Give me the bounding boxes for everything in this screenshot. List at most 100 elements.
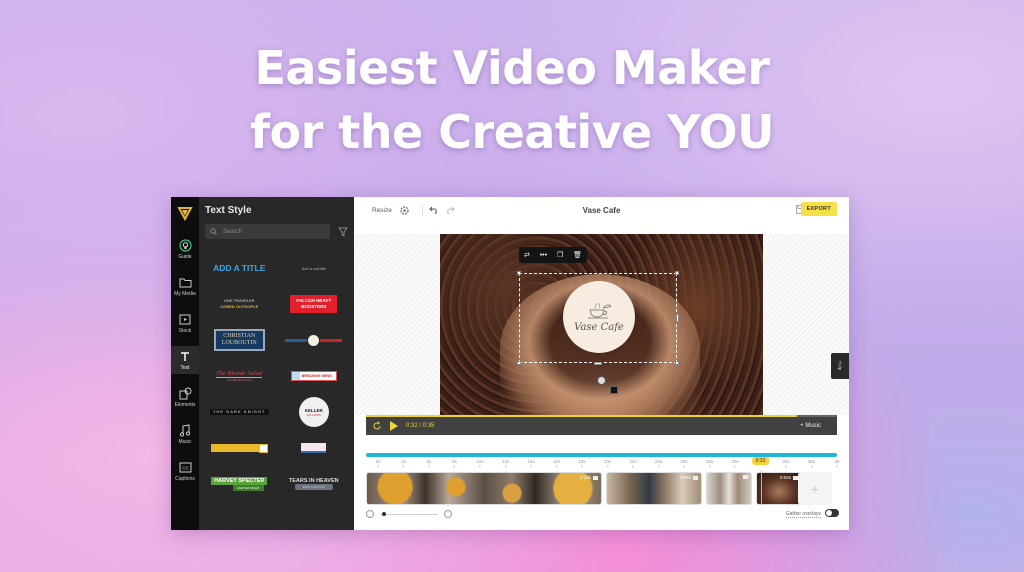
timeline-tick: 12s (502, 459, 509, 468)
zoom-in-icon[interactable] (444, 510, 452, 518)
clip-duration: 0:19s (580, 475, 598, 480)
resize-button[interactable]: Resize (372, 207, 392, 214)
folder-icon (178, 275, 192, 289)
canvas-stage: ⇄ ••• ❐ 🗑 Vase Cafe Help (354, 234, 849, 415)
panel-title: Text Style (205, 205, 252, 216)
resize-handle-br[interactable] (675, 361, 679, 365)
layer-icon[interactable] (610, 386, 618, 394)
cc-icon: CC (178, 460, 192, 474)
hero-line-2: for the Creative YOU (249, 105, 775, 159)
rail-label: Music (178, 439, 192, 445)
timeline-tick: 28s (706, 459, 713, 468)
trash-icon[interactable]: 🗑 (573, 251, 582, 259)
rail-item-stock[interactable]: Stock (171, 309, 199, 337)
resize-handle-tl[interactable] (517, 271, 521, 275)
export-button[interactable]: EXPORT (800, 202, 837, 216)
gather-overlays-toggle[interactable] (825, 509, 839, 517)
clip-3[interactable] (706, 472, 752, 505)
clip-1[interactable]: 0:19s (366, 472, 602, 505)
resize-handle-bottom[interactable] (594, 362, 602, 365)
redo-icon[interactable] (445, 205, 455, 215)
text-style-tears-in-heaven[interactable]: TEARS IN HEAVEN ERIC CLAPTON (280, 469, 349, 499)
stock-video-icon (178, 312, 192, 326)
text-style-harvey-specter[interactable]: HARVEY SPECTER LAWYER NIGHT (205, 469, 274, 499)
resize-handle-bl[interactable] (517, 361, 521, 365)
rail-item-captions[interactable]: CC Captions (171, 457, 199, 485)
timeline-tick: 2s (376, 459, 381, 468)
playback-progress-remaining[interactable] (796, 415, 837, 417)
playhead-time-label[interactable]: 0:32 (751, 457, 770, 465)
search-input[interactable]: Search (205, 224, 330, 239)
clip-strip: 0:19s 0:06s 0:04s (366, 472, 802, 505)
timeline-tick: 14s (527, 459, 534, 468)
toolbar-divider (421, 205, 423, 215)
zoom-slider-knob[interactable] (382, 511, 386, 516)
playback-time: 0:32 / 0:35 (406, 423, 435, 429)
text-icon (178, 349, 192, 363)
timeline-tick: 22s (629, 459, 636, 468)
playhead[interactable] (760, 471, 762, 505)
more-options-button[interactable]: ••• (540, 252, 547, 259)
rail-label: My Media (174, 291, 196, 297)
text-style-slider-bar[interactable] (280, 325, 349, 355)
text-style-add-title[interactable]: ADD A TITLE (205, 253, 274, 283)
timeline-tick: 24s (655, 459, 662, 468)
play-icon[interactable] (390, 421, 398, 431)
text-style-blonde-salad[interactable]: The Blonde Salad FASHION BLOG (205, 361, 274, 391)
text-style-add-subtitle[interactable]: Add a subtitle (280, 253, 349, 283)
svg-text:CC: CC (182, 465, 189, 470)
zoom-out-icon[interactable] (366, 510, 374, 518)
rail-item-my-media[interactable]: My Media (171, 272, 199, 300)
replay-icon[interactable] (372, 421, 382, 431)
timeline-tick: 6s (427, 459, 432, 468)
selection-box[interactable] (517, 271, 679, 365)
app-logo-icon[interactable] (177, 205, 193, 221)
text-style-dark-knight[interactable]: THE DARK KNIGHT (205, 397, 274, 427)
clip-4[interactable]: 0:04s (756, 472, 802, 505)
gather-overlays-label: Gather overlays (785, 511, 821, 518)
hero-headline: Easiest Video Maker for the Creative YOU (0, 36, 1024, 164)
project-title[interactable]: Vase Cafe (583, 206, 621, 215)
help-tab[interactable]: Help (831, 353, 849, 379)
resize-handle-tr[interactable] (675, 271, 679, 275)
editor-main: Resize Vase Cafe EXPORT ⇄ ••• ❐ 🗑 Vase C… (354, 197, 849, 530)
zoom-slider[interactable] (380, 511, 438, 516)
timeline-tick: 26s (680, 459, 687, 468)
timeline-tick: 34s (782, 459, 789, 468)
text-style-breaking-news[interactable]: BREAKING NEWS (280, 361, 349, 391)
text-style-louboutin[interactable]: CHRISTIAN LOUBOUTIN (205, 325, 274, 355)
replace-icon[interactable]: ⇄ (524, 251, 530, 259)
resize-handle-right[interactable] (676, 314, 679, 322)
timeline-tick: 38 (834, 459, 839, 468)
search-placeholder: Search (223, 228, 243, 235)
video-editor-window: Guide My Media Stock Text Elements Music… (171, 197, 849, 530)
timeline-ruler[interactable]: 2s 4s 6s 8s 10s 12s 14s 16s 18s 20s 22s 24s 26s 28s 30… (366, 453, 840, 469)
clip-duration: 0:06s (680, 475, 698, 480)
rotate-handle-icon[interactable] (597, 376, 606, 385)
text-style-yellow-lower-third[interactable] (205, 433, 274, 463)
rail-item-guide[interactable]: Guide (171, 235, 199, 263)
add-music-button[interactable]: + Music (800, 423, 821, 429)
timeline-tick: 20s (604, 459, 611, 468)
timeline-zoom (366, 510, 452, 518)
filter-icon[interactable] (338, 227, 348, 237)
settings-gear-icon[interactable] (400, 205, 410, 215)
timeline-tick: 18s (578, 459, 585, 468)
rail-label: Elements (174, 402, 196, 408)
rail-item-elements[interactable]: Elements (171, 383, 199, 411)
duplicate-icon[interactable]: ❐ (557, 251, 563, 259)
clip-image-icon (593, 475, 598, 480)
clip-2[interactable]: 0:06s (606, 472, 702, 505)
video-canvas[interactable]: ⇄ ••• ❐ 🗑 Vase Cafe (440, 234, 763, 415)
timeline-tick: 4s (401, 459, 406, 468)
element-context-toolbar: ⇄ ••• ❐ 🗑 (519, 247, 587, 263)
clip-image-icon (743, 475, 748, 479)
rail-item-music[interactable]: Music (171, 420, 199, 448)
text-style-keller[interactable]: KELLER WILLIAMS (280, 397, 349, 427)
add-clip-button[interactable]: + (798, 472, 832, 505)
text-style-pink-lower-third[interactable] (280, 433, 349, 463)
text-style-one-traveler[interactable]: ONE TRAVELER CORED OUTDOPLE (205, 289, 274, 319)
rail-item-text[interactable]: Text (171, 346, 199, 374)
undo-icon[interactable] (429, 205, 439, 215)
text-style-falcon-heavy[interactable]: FALCON HEAVY BOOSTERS (280, 289, 349, 319)
